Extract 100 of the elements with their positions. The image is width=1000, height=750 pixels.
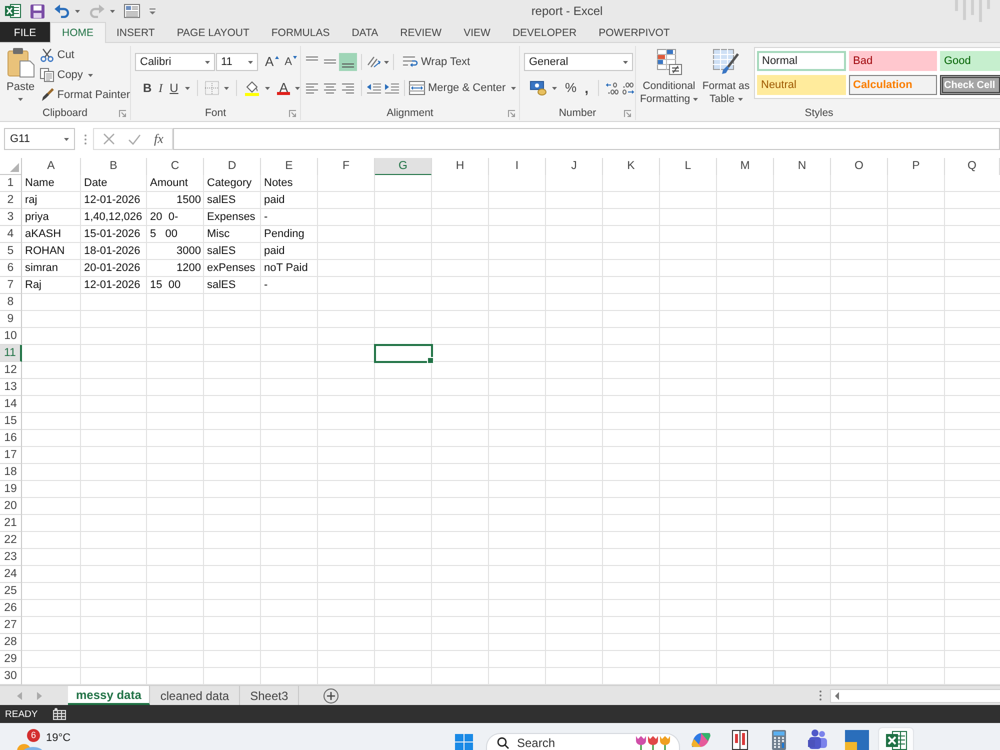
caret-icon[interactable] (552, 86, 557, 90)
font-name-field[interactable]: Calibri (135, 53, 215, 71)
row-header[interactable]: 22 (0, 532, 22, 549)
italic-button[interactable]: I (156, 79, 165, 97)
row-header[interactable]: 17 (0, 447, 22, 464)
caret-icon[interactable] (110, 10, 115, 12)
ribbon-tab[interactable]: POWERPIVOT (588, 22, 681, 42)
cell-style-option[interactable]: Bad (849, 51, 937, 71)
font-size-field[interactable]: 11 (216, 53, 258, 71)
caret-icon[interactable] (224, 86, 230, 90)
caret-icon[interactable] (18, 98, 24, 101)
row-header[interactable]: 24 (0, 566, 22, 583)
cell-style-option[interactable]: Normal (757, 51, 846, 71)
ribbon-tab[interactable]: DEVELOPER (501, 22, 588, 42)
caret-icon[interactable] (295, 86, 300, 90)
row-header[interactable]: 2 (0, 192, 22, 209)
customize-icon[interactable] (149, 8, 156, 14)
format-as-table-button[interactable]: Format as Table (700, 46, 752, 106)
row-header[interactable]: 8 (0, 294, 22, 311)
caret-icon[interactable] (64, 138, 69, 140)
row-header[interactable]: 23 (0, 549, 22, 566)
ribbon-tab[interactable]: HOME (50, 22, 106, 43)
number-format-field[interactable]: General (524, 53, 633, 71)
row-header[interactable]: 3 (0, 209, 22, 226)
row-header[interactable]: 5 (0, 243, 22, 260)
ribbon-tab[interactable]: INSERT (106, 22, 166, 42)
add-icon[interactable] (323, 688, 340, 704)
merge-center-button[interactable]: Merge & Center (409, 79, 516, 97)
search-field[interactable]: Search (517, 735, 617, 750)
dialog-launcher-icon[interactable] (508, 110, 515, 116)
splitter-handle-icon[interactable] (819, 690, 822, 701)
paste-button[interactable]: Paste (4, 46, 38, 106)
undo-icon[interactable] (54, 4, 70, 18)
caret-icon[interactable] (738, 98, 743, 101)
name-box[interactable]: G11 (4, 128, 75, 150)
caret-icon[interactable] (510, 86, 516, 90)
caret-icon[interactable] (623, 60, 628, 64)
save-icon[interactable] (30, 4, 45, 18)
copy-button[interactable]: Copy (40, 66, 130, 84)
start-icon[interactable] (455, 734, 473, 750)
increase-indent-icon[interactable] (384, 81, 400, 95)
ribbon-tab[interactable]: PAGE LAYOUT (166, 22, 260, 42)
banknote-coins-icon[interactable] (530, 80, 548, 96)
row-header[interactable]: 13 (0, 379, 22, 396)
row-header[interactable]: 28 (0, 634, 22, 651)
ribbon-tab[interactable]: DATA (340, 22, 390, 42)
formula-input-field[interactable] (173, 128, 1000, 150)
form-icon[interactable] (124, 4, 140, 18)
shrink-font-button[interactable]: A (282, 53, 300, 71)
sheet-tab[interactable]: messy data (68, 686, 150, 705)
cell-style-option[interactable]: Neutral (757, 75, 846, 95)
bold-button[interactable]: B (141, 79, 154, 97)
row-header[interactable]: 21 (0, 515, 22, 532)
wrap-text-button[interactable]: Wrap Text (402, 53, 470, 71)
row-header[interactable]: 14 (0, 396, 22, 413)
comma-button[interactable]: , (582, 79, 592, 97)
cut-button[interactable]: Cut (40, 46, 130, 64)
row-header[interactable]: 9 (0, 311, 22, 328)
row-header[interactable]: 16 (0, 430, 22, 447)
caret-icon[interactable] (384, 60, 389, 64)
fill-color-icon[interactable] (244, 80, 260, 96)
decrease-indent-icon[interactable] (366, 81, 382, 95)
percent-button[interactable]: % (563, 79, 579, 97)
splitter-handle-icon[interactable] (84, 134, 87, 144)
caret-icon[interactable] (693, 98, 698, 101)
caret-icon[interactable] (185, 86, 190, 90)
row-header[interactable]: 10 (0, 328, 22, 345)
format-painter-button[interactable]: Format Painter (40, 86, 130, 104)
ribbon-tab[interactable]: REVIEW (389, 22, 453, 42)
row-header[interactable]: 25 (0, 583, 22, 600)
row-header[interactable]: 29 (0, 651, 22, 668)
caret-icon[interactable] (205, 60, 210, 64)
caret-icon[interactable] (248, 60, 253, 64)
row-header[interactable]: 26 (0, 600, 22, 617)
bottom-align-icon[interactable] (339, 53, 357, 71)
row-header[interactable]: 1 (0, 175, 22, 192)
caret-icon[interactable] (88, 74, 93, 76)
caret-icon[interactable] (265, 86, 270, 90)
row-header[interactable]: 18 (0, 464, 22, 481)
spreadsheet-app-icon[interactable] (878, 727, 914, 750)
row-header[interactable]: 19 (0, 481, 22, 498)
row-header[interactable]: 7 (0, 277, 22, 294)
text-orientation-icon[interactable] (366, 55, 382, 69)
row-header[interactable]: 27 (0, 617, 22, 634)
horizontal-scrollbar[interactable] (830, 688, 1000, 702)
insert-function-button[interactable]: fx (154, 131, 164, 147)
table-grid-icon[interactable] (52, 708, 66, 720)
row-header[interactable]: 12 (0, 362, 22, 379)
weather-temperature[interactable]: 19°C (46, 732, 71, 744)
column-header[interactable]: G (375, 158, 432, 176)
ribbon-tab[interactable]: FILE (0, 22, 50, 42)
ribbon-tab[interactable]: FORMULAS (260, 22, 341, 42)
decrease-decimal-icon[interactable] (621, 81, 635, 95)
conditional-formatting-button[interactable]: Conditional Formatting (638, 46, 700, 106)
search-box[interactable]: Search (486, 733, 680, 750)
fill-handle-icon[interactable] (427, 357, 434, 364)
row-header[interactable]: 15 (0, 413, 22, 430)
row-header[interactable]: 30 (0, 668, 22, 685)
ribbon-tab[interactable]: VIEW (452, 22, 502, 42)
caret-icon[interactable] (75, 10, 80, 12)
